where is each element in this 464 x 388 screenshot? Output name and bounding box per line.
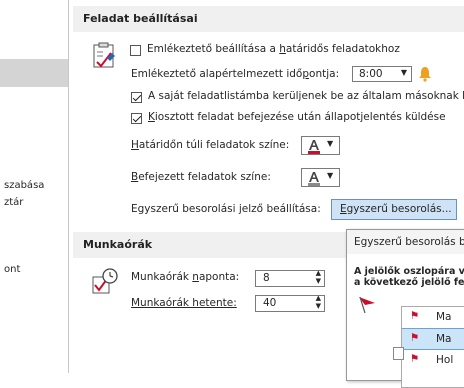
list-item[interactable]: ⚑ Hol	[402, 350, 464, 370]
bell-icon	[418, 66, 432, 82]
chevron-down-icon: ▼	[327, 139, 334, 148]
keep-in-list-checkbox[interactable]	[131, 92, 142, 103]
options-nav-pane: szabása ztár ont	[0, 0, 69, 373]
chevron-down-icon: ▼	[400, 68, 407, 77]
reminder-checkbox[interactable]	[130, 45, 141, 56]
flag-icon: ⚑	[410, 310, 420, 322]
overdue-color-label: Határidőn túli feladatok színe:	[131, 139, 290, 151]
completed-color-label: Befejezett feladatok színe:	[131, 171, 271, 183]
list-item-selected[interactable]: ⚑ Ma	[402, 328, 464, 350]
daily-hours-stepper[interactable]: 8 ▲ ▼	[255, 269, 325, 287]
weekly-hours-label: Munkaórák hetente:	[131, 297, 237, 309]
nav-item-label[interactable]: ont	[4, 264, 20, 275]
spin-arrows-icon[interactable]: ▲ ▼	[316, 269, 321, 285]
spin-arrows-icon[interactable]: ▲ ▼	[316, 294, 321, 310]
nav-item-label[interactable]: szabása	[4, 180, 44, 191]
dialog-desc-line1: A jelölők oszlopára va	[354, 266, 464, 277]
flag-icon: ⚑	[410, 353, 420, 365]
weekly-hours-stepper[interactable]: 40 ▲ ▼	[255, 294, 325, 312]
flag-options-list[interactable]: ⚑ Ma ⚑ Ma ⚑ Hol	[401, 306, 464, 388]
completed-color-button[interactable]: ▼	[301, 168, 340, 187]
section-header-tasks: Feladat beállításai	[73, 6, 464, 32]
dialog-titlebar: Egyszerű besorolás b	[347, 230, 464, 254]
quick-click-button[interactable]: Egyszerű besorolás...	[331, 199, 457, 220]
tasks-options-panel: Feladat beállításai Emlékeztető beállítá…	[69, 0, 464, 388]
quick-click-label: Egyszerű besorolási jelző beállítása:	[131, 203, 321, 215]
chevron-down-icon: ▼	[327, 171, 334, 180]
weekly-hours-value: 40	[263, 297, 277, 309]
default-time-label: Emlékeztető alapértelmezett időpontja:	[131, 68, 340, 80]
dialog-desc-line2: a következő jelölő fel	[354, 277, 464, 288]
list-item-label: Ma	[436, 311, 452, 323]
quick-click-dialog: Egyszerű besorolás b A jelölők oszlopára…	[346, 229, 464, 388]
overdue-color-button[interactable]: ▼	[301, 136, 340, 155]
list-item-label: Hol	[436, 354, 454, 366]
font-color-icon	[308, 172, 320, 186]
default-time-value: 8:00	[359, 68, 383, 80]
nav-item-label[interactable]: ztár	[4, 197, 23, 208]
font-color-icon	[308, 140, 320, 154]
list-item[interactable]: ⚑ Ma	[402, 307, 464, 327]
nav-item-selected[interactable]	[0, 59, 68, 87]
flag-icon: ⚑	[410, 332, 420, 344]
status-report-label: Kiosztott feladat befejezése után állapo…	[148, 111, 446, 123]
list-scroll-indicator	[393, 347, 404, 360]
dialog-title: Egyszerű besorolás b	[354, 236, 464, 248]
daily-hours-label: Munkaórák naponta:	[131, 271, 240, 283]
list-item-label: Ma	[436, 333, 452, 345]
flag-icon	[357, 295, 377, 315]
quick-click-button-label: Egyszerű besorolás...	[340, 203, 452, 215]
task-options-icon	[91, 41, 119, 69]
daily-hours-value: 8	[263, 272, 270, 284]
work-hours-icon	[91, 267, 119, 295]
reminder-checkbox-label: Emlékeztető beállítása a határidős felad…	[147, 43, 400, 55]
default-time-select[interactable]: 8:00 ▼	[352, 66, 412, 82]
keep-in-list-label: A saját feladatlistámba kerüljenek be az…	[148, 90, 464, 102]
status-report-checkbox[interactable]	[131, 113, 142, 124]
